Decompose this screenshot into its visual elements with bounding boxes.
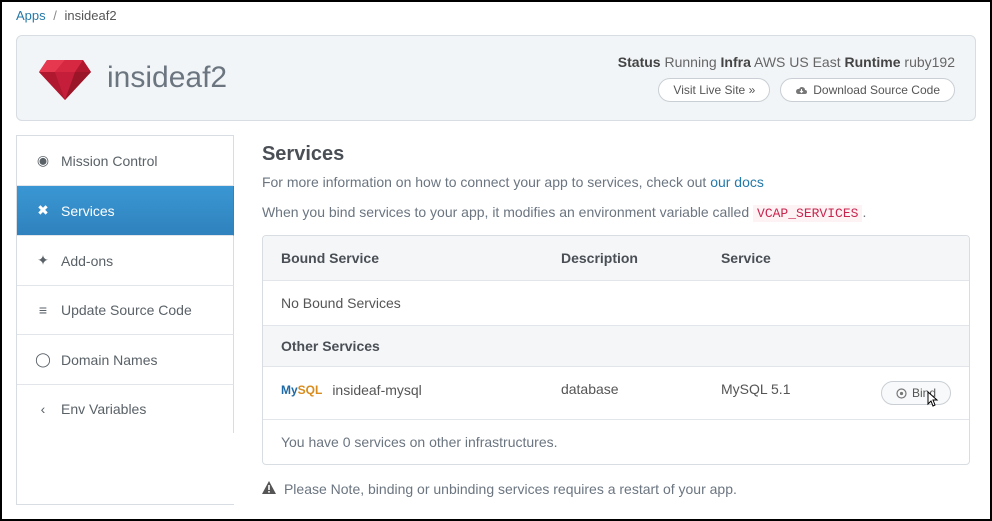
sidebar-item-label: Mission Control: [61, 153, 157, 169]
env-var-code: VCAP_SERVICES: [753, 205, 862, 222]
breadcrumb-current: insideaf2: [65, 8, 117, 23]
download-source-button[interactable]: Download Source Code: [780, 78, 955, 102]
col-actions: [863, 236, 969, 280]
main-content: Services For more information on how to …: [234, 135, 976, 505]
no-bound-services-row: No Bound Services: [263, 281, 969, 326]
table-footer-text: You have 0 services on other infrastruct…: [263, 420, 969, 464]
other-services-heading-row: Other Services: [263, 326, 969, 367]
list-icon: ≡: [35, 302, 51, 318]
puzzle-icon: ✦: [35, 252, 51, 269]
sidebar-item-update-source[interactable]: ≡ Update Source Code: [17, 286, 234, 335]
table-header-row: Bound Service Description Service: [263, 236, 969, 281]
col-bound-service: Bound Service: [263, 236, 543, 280]
breadcrumb-root-link[interactable]: Apps: [16, 8, 46, 23]
warning-icon: [262, 481, 276, 497]
status-value: Running: [664, 54, 716, 70]
globe-icon: ◯: [35, 351, 51, 368]
bind-text-post: .: [862, 204, 866, 220]
dashboard-icon: ◉: [35, 152, 51, 169]
service-description: database: [543, 367, 703, 419]
sidebar-item-env-variables[interactable]: ‹ Env Variables: [17, 385, 234, 433]
info-text: For more information on how to connect y…: [262, 174, 710, 190]
breadcrumb: Apps / insideaf2: [2, 2, 990, 29]
col-service: Service: [703, 236, 863, 280]
sidebar-item-label: Add-ons: [61, 253, 113, 269]
tools-icon: ✖: [35, 202, 51, 219]
col-description: Description: [543, 236, 703, 280]
bind-text-pre: When you bind services to your app, it m…: [262, 204, 753, 220]
table-row: MySQL insideaf-mysql database MySQL 5.1: [263, 367, 969, 420]
info-line-docs: For more information on how to connect y…: [262, 174, 970, 190]
cloud-download-icon: [795, 85, 808, 96]
sidebar-item-services[interactable]: ✖ Services: [17, 186, 234, 236]
table-footer-row: You have 0 services on other infrastruct…: [263, 420, 969, 464]
sidebar-item-domain-names[interactable]: ◯ Domain Names: [17, 335, 234, 385]
visit-live-site-button[interactable]: Visit Live Site »: [658, 78, 770, 102]
chevron-left-icon: ‹: [35, 401, 51, 417]
bind-button[interactable]: Bind: [881, 381, 951, 405]
sidebar-item-mission-control[interactable]: ◉ Mission Control: [17, 136, 234, 186]
infra-value: AWS US East: [754, 54, 841, 70]
runtime-value: ruby192: [904, 54, 955, 70]
gear-icon: [896, 388, 907, 399]
sidebar-item-label: Domain Names: [61, 352, 157, 368]
sidebar-item-label: Update Source Code: [61, 302, 192, 318]
services-table: Bound Service Description Service No Bou…: [262, 235, 970, 465]
sidebar-item-label: Services: [61, 203, 115, 219]
app-name: insideaf2: [107, 61, 227, 95]
sidebar: ◉ Mission Control ✖ Services ✦ Add-ons ≡…: [16, 135, 234, 505]
bind-button-label: Bind: [912, 386, 936, 400]
breadcrumb-separator: /: [53, 8, 57, 23]
service-name: insideaf-mysql: [332, 382, 421, 398]
mysql-icon: MySQL: [281, 383, 322, 397]
download-source-label: Download Source Code: [813, 83, 940, 97]
page-title: Services: [262, 143, 970, 166]
runtime-label: Runtime: [845, 54, 901, 70]
status-line: Status Running Infra AWS US East Runtime…: [618, 54, 955, 70]
service-type: MySQL 5.1: [703, 367, 863, 419]
restart-note-text: Please Note, binding or unbinding servic…: [284, 481, 737, 497]
app-header-card: insideaf2 Status Running Infra AWS US Ea…: [16, 35, 976, 121]
no-bound-text: No Bound Services: [263, 281, 969, 325]
sidebar-item-addons[interactable]: ✦ Add-ons: [17, 236, 234, 286]
other-services-heading: Other Services: [263, 326, 969, 366]
restart-note: Please Note, binding or unbinding servic…: [262, 481, 970, 497]
ruby-gem-icon: [37, 54, 93, 102]
docs-link[interactable]: our docs: [710, 174, 764, 190]
sidebar-item-label: Env Variables: [61, 401, 146, 417]
info-line-env: When you bind services to your app, it m…: [262, 204, 970, 221]
status-label: Status: [618, 54, 661, 70]
infra-label: Infra: [721, 54, 751, 70]
